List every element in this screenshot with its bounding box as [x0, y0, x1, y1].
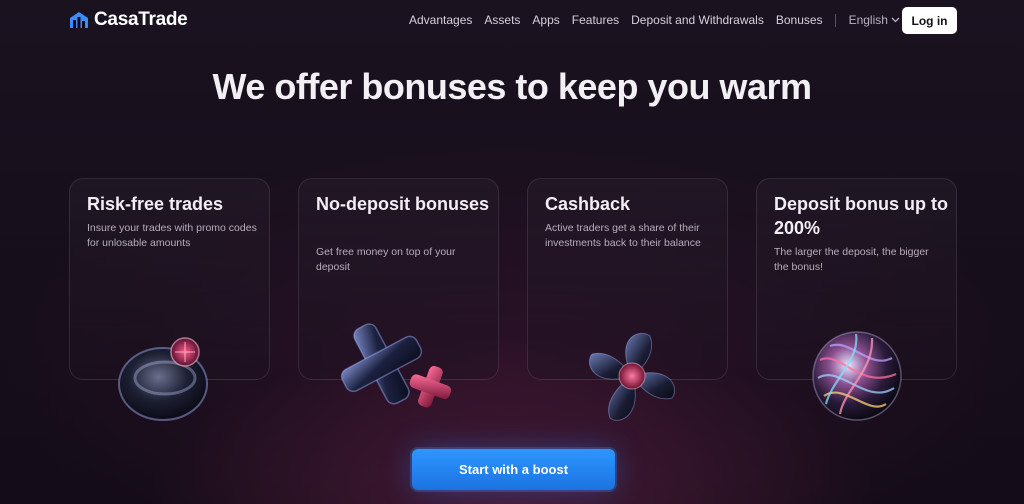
start-with-boost-button[interactable]: Start with a boost	[412, 449, 615, 490]
nav-deposit-withdrawals[interactable]: Deposit and Withdrawals	[631, 13, 764, 27]
nav-divider	[834, 13, 836, 27]
nav-apps[interactable]: Apps	[532, 13, 559, 27]
login-button[interactable]: Log in	[902, 7, 957, 34]
brand-name: CasaTrade	[94, 9, 188, 30]
glass-plus-icon	[340, 323, 452, 408]
card-description: Active traders get a share of their inve…	[545, 222, 701, 249]
language-selector[interactable]: English	[849, 13, 900, 27]
page-title: We offer bonuses to keep you warm	[212, 66, 812, 107]
site-header: CasaTrade Advantages Assets Apps Feature…	[0, 0, 1024, 40]
card-title: Cashback	[545, 194, 631, 214]
card-title: Deposit bonus up to 200%	[774, 194, 948, 238]
nav-assets[interactable]: Assets	[484, 13, 520, 27]
nav-advantages[interactable]: Advantages	[409, 13, 472, 27]
language-label: English	[848, 13, 888, 27]
card-title: Risk-free trades	[87, 194, 224, 214]
card-description: Get free money on top of your deposit	[316, 246, 456, 273]
nav-features[interactable]: Features	[572, 13, 619, 27]
bar-chart-house-icon	[70, 12, 88, 28]
glass-flower-icon	[588, 332, 676, 421]
main-nav: Advantages Assets Apps Features Deposit …	[409, 13, 900, 27]
nav-bonuses[interactable]: Bonuses	[776, 13, 823, 27]
card-title: No-deposit bonuses	[316, 194, 490, 214]
logo[interactable]: CasaTrade	[69, 9, 188, 31]
card-description: The larger the deposit, the bigger the b…	[774, 246, 929, 273]
chevron-down-icon	[891, 17, 900, 23]
glass-disc-icon	[118, 337, 208, 421]
card-description: Insure your trades with promo codes for …	[87, 222, 257, 249]
glass-sphere-icon	[812, 331, 902, 421]
